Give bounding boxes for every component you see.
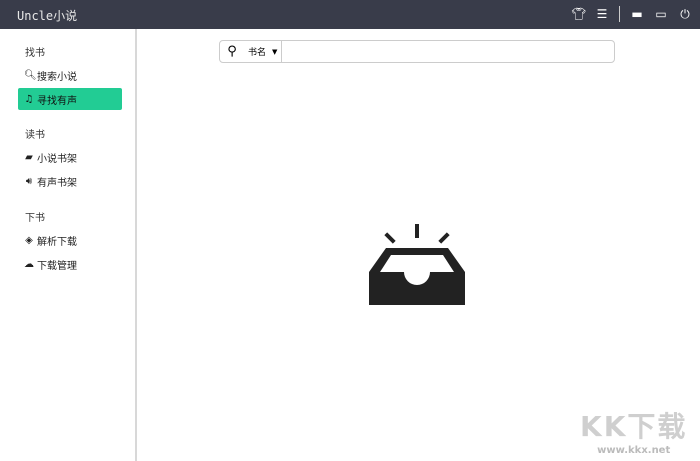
app-title: Uncle小说	[17, 9, 78, 23]
power-icon[interactable]: ⏻	[678, 7, 692, 22]
watermark: KK下载 www.kkx.net	[580, 405, 687, 456]
cloud-download-icon: ☁	[24, 258, 34, 270]
sidebar-item-search-novel[interactable]: 🔍︎ 搜索小说	[18, 64, 122, 86]
watermark-logo: KK下载	[580, 410, 688, 443]
group-read-books: 读书	[25, 130, 45, 141]
group-find-books: 找书	[25, 48, 45, 59]
sidebar: 找书 🔍︎ 搜索小说 ♫ 寻找有声 读书 ▰ 小说书架 🔊︎ 有声书架 下书 ◈ 解析下载…	[0, 29, 137, 461]
sidebar-item-label: 搜索小说	[37, 71, 77, 83]
minimize-icon[interactable]: ▬	[630, 7, 644, 21]
search-input[interactable]	[286, 45, 614, 58]
titlebar: Uncle小说 👕︎ ☰ ▬ ▭ ⏻	[0, 0, 700, 29]
music-icon: ♫	[24, 93, 34, 105]
maximize-icon[interactable]: ▭	[654, 7, 668, 21]
sidebar-item-label: 寻找有声	[37, 95, 77, 107]
sidebar-item-label: 解析下载	[37, 236, 77, 248]
sidebar-item-novel-shelf[interactable]: ▰ 小说书架	[18, 146, 122, 168]
shirt-icon[interactable]: 👕︎	[571, 7, 586, 21]
group-download-books: 下书	[25, 213, 45, 224]
search-bar: ⚲ 书名 ▼	[219, 40, 615, 63]
sidebar-item-find-audio[interactable]: ♫ 寻找有声	[18, 88, 122, 110]
parse-icon: ◈	[25, 234, 33, 246]
sidebar-item-label: 有声书架	[37, 177, 77, 189]
search-type-label: 书名	[248, 48, 267, 58]
volume-icon: 🔊︎	[25, 175, 33, 187]
sidebar-item-audio-shelf[interactable]: 🔊︎ 有声书架	[18, 170, 122, 192]
search-type-select[interactable]: 书名 ▼	[244, 41, 283, 62]
book-icon: ▰	[25, 151, 33, 163]
sidebar-item-label: 下载管理	[37, 260, 77, 272]
search-icon: 🔍︎	[24, 69, 37, 81]
sidebar-item-label: 小说书架	[37, 153, 77, 165]
caret-down-icon: ▼	[272, 47, 278, 56]
search-icon[interactable]: ⚲	[220, 44, 244, 59]
sidebar-item-download-manager[interactable]: ☁ 下载管理	[18, 253, 122, 275]
empty-inbox-icon	[369, 224, 465, 305]
divider	[619, 6, 620, 22]
watermark-url: www.kkx.net	[597, 445, 671, 456]
sidebar-item-parse-download[interactable]: ◈ 解析下载	[18, 229, 122, 251]
menu-icon[interactable]: ☰	[595, 7, 609, 21]
